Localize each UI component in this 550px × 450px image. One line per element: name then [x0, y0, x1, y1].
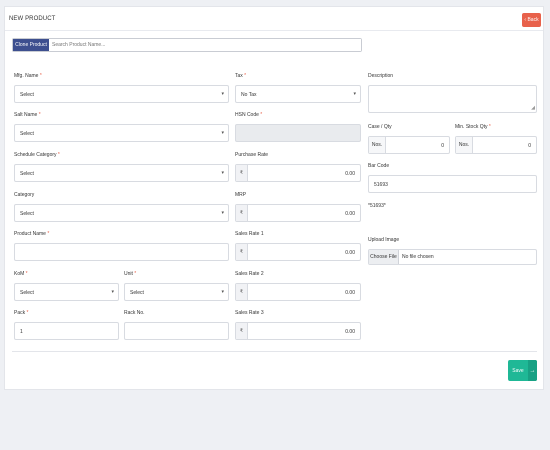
purchase-rate-field[interactable]: ₹ 0.00 [235, 164, 361, 182]
bar-code-field[interactable]: 51693 [368, 175, 537, 193]
description-textarea[interactable]: ◢ [368, 85, 537, 113]
sales-rate-1-field[interactable]: ₹ 0.00 [235, 243, 361, 261]
min-stock-unit: Nos. [456, 137, 473, 153]
pack-field[interactable]: 1 [14, 322, 119, 340]
new-product-card: NEW PRODUCT ‹ Back Clone Product Mfg. Na… [4, 6, 544, 390]
schedule-category-select[interactable]: Select ▾ [14, 164, 229, 182]
tax-label: Tax * [235, 73, 247, 79]
rack-no-label: Rack No. [124, 310, 145, 316]
mrp-field[interactable]: ₹ 0.00 [235, 204, 361, 222]
salt-name-select[interactable]: Select ▾ [14, 124, 229, 142]
salt-name-label: Salt Name * [14, 112, 41, 118]
barcode-preview: *51693* [368, 203, 386, 209]
sales-rate-2-field[interactable]: ₹ 0.00 [235, 283, 361, 301]
chevron-down-icon: ▾ [221, 91, 224, 97]
pack-label: Pack * [14, 310, 29, 316]
page-title: NEW PRODUCT [9, 16, 56, 22]
bar-code-label: Bar Code [368, 163, 390, 169]
clone-product-button[interactable]: Clone Product [13, 39, 49, 51]
product-search-input[interactable] [49, 39, 361, 51]
chevron-down-icon: ▾ [221, 130, 224, 136]
rupee-icon: ₹ [236, 323, 248, 339]
unit-select[interactable]: Select ▾ [124, 283, 229, 301]
mrp-label: MRP [235, 192, 247, 198]
arrow-right-icon: → [528, 360, 537, 381]
chevron-down-icon: ▾ [221, 289, 224, 295]
rupee-icon: ₹ [236, 165, 248, 181]
resize-handle-icon[interactable]: ◢ [531, 105, 535, 111]
case-qty-label: Case / Qty [368, 124, 392, 130]
chevron-down-icon: ▾ [353, 91, 356, 97]
sales-rate-3-label: Sales Rate 3 [235, 310, 264, 316]
hsn-code-label: HSN Code * [235, 112, 263, 118]
category-label: Category [14, 192, 35, 198]
file-status: No file chosen [402, 254, 434, 260]
divider [12, 351, 537, 352]
chevron-down-icon: ▾ [221, 170, 224, 176]
product-name-label: Product Name * [14, 231, 50, 237]
chevron-down-icon: ▾ [111, 289, 114, 295]
card-header: NEW PRODUCT ‹ Back [5, 7, 543, 31]
mfg-name-label: Mfg. Name * [14, 73, 42, 79]
product-name-field[interactable] [14, 243, 229, 261]
rupee-icon: ₹ [236, 284, 248, 300]
min-stock-qty-label: Min. Stock Qty * [455, 124, 491, 130]
tax-select[interactable]: No Tax ▾ [235, 85, 361, 103]
sales-rate-2-label: Sales Rate 2 [235, 271, 264, 277]
unit-label: Unit * [124, 271, 137, 277]
purchase-rate-label: Purchase Rate [235, 152, 269, 158]
rack-no-field[interactable] [124, 322, 229, 340]
min-stock-qty-field[interactable]: Nos. 0 [455, 136, 537, 154]
upload-image-label: Upload Image [368, 237, 400, 243]
back-button[interactable]: ‹ Back [522, 13, 541, 27]
hsn-code-field [235, 124, 361, 142]
case-qty-field[interactable]: Nos. 0 [368, 136, 450, 154]
choose-file-button[interactable]: Choose File [369, 250, 399, 264]
save-button[interactable]: Save → [508, 360, 537, 381]
kom-label: KoM * [14, 271, 28, 277]
clone-product-bar: Clone Product [12, 38, 362, 52]
kom-select[interactable]: Select ▾ [14, 283, 119, 301]
category-select[interactable]: Select ▾ [14, 204, 229, 222]
chevron-down-icon: ▾ [221, 210, 224, 216]
rupee-icon: ₹ [236, 244, 248, 260]
mfg-name-select[interactable]: Select ▾ [14, 85, 229, 103]
rupee-icon: ₹ [236, 205, 248, 221]
description-label: Description [368, 73, 394, 79]
schedule-category-label: Schedule Category * [14, 152, 60, 158]
sales-rate-1-label: Sales Rate 1 [235, 231, 264, 237]
case-qty-unit: Nos. [369, 137, 386, 153]
upload-image-input[interactable]: Choose File No file chosen [368, 249, 537, 265]
sales-rate-3-field[interactable]: ₹ 0.00 [235, 322, 361, 340]
